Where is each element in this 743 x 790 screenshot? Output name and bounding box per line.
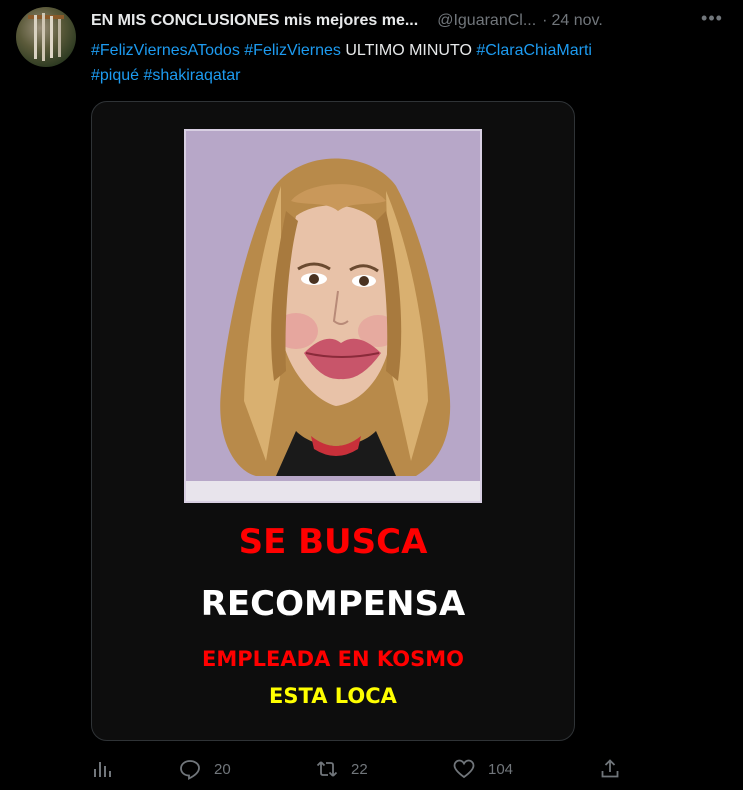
tweet[interactable]: EN MIS CONCLUSIONES mis mejores me... @I… xyxy=(0,0,743,790)
retweet-icon xyxy=(316,761,338,777)
caricature-image xyxy=(184,129,482,503)
tweet-text: #FelizViernesATodos #FelizViernes ULTIMO… xyxy=(91,38,711,88)
hashtag-link[interactable]: #FelizViernes xyxy=(244,42,341,59)
hashtag-link[interactable]: #piqué xyxy=(91,67,139,84)
hashtag-link[interactable]: #shakiraqatar xyxy=(144,67,241,84)
share-button[interactable] xyxy=(599,755,621,783)
share-icon xyxy=(601,759,619,778)
reply-button[interactable]: 20 xyxy=(179,755,231,783)
hashtag-link[interactable]: #FelizViernesATodos xyxy=(91,42,240,59)
retweet-button[interactable]: 22 xyxy=(316,755,368,783)
more-icon[interactable]: ••• xyxy=(700,8,724,32)
avatar[interactable] xyxy=(16,7,76,67)
display-name[interactable]: EN MIS CONCLUSIONES mis mejores me... xyxy=(91,12,418,30)
like-button[interactable]: 104 xyxy=(453,755,513,783)
poster-note: ESTA LOCA xyxy=(269,684,397,708)
reply-count: 20 xyxy=(214,760,231,778)
like-count: 104 xyxy=(488,760,514,778)
tweet-actions: 20 22 104 xyxy=(91,755,631,783)
analytics-button[interactable] xyxy=(91,755,113,783)
separator: · xyxy=(542,12,548,29)
user-handle[interactable]: @IguaranCl... xyxy=(437,12,536,30)
reply-icon xyxy=(180,760,200,780)
tweet-plain-text: ULTIMO MINUTO xyxy=(345,42,472,59)
analytics-icon xyxy=(94,762,111,777)
caricature-drawing xyxy=(186,158,480,501)
tweet-media[interactable]: SE BUSCA RECOMPENSA EMPLEADA EN KOSMO ES… xyxy=(91,101,575,741)
poster-subtitle: EMPLEADA EN KOSMO xyxy=(202,647,464,671)
tweet-header: EN MIS CONCLUSIONES mis mejores me... @I… xyxy=(91,10,731,32)
poster-headline: SE BUSCA xyxy=(238,522,428,562)
tweet-date[interactable]: 24 nov. xyxy=(551,12,602,30)
poster-reward: RECOMPENSA xyxy=(200,584,466,624)
hashtag-link[interactable]: #ClaraChiaMarti xyxy=(476,42,592,59)
retweet-count: 22 xyxy=(351,760,368,778)
heart-icon xyxy=(453,759,475,779)
